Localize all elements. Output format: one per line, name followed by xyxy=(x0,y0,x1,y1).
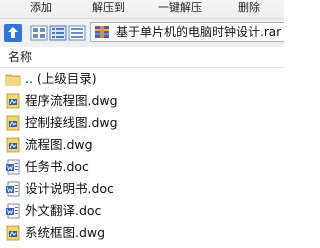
toolbar: 添加 解压到 一键解压 删除 xyxy=(0,0,284,18)
file-name: 控制接线图.dwg xyxy=(25,115,118,130)
file-name: 程序流程图.dwg xyxy=(25,93,118,108)
list-view-icon xyxy=(49,25,67,41)
dwg-file-icon xyxy=(6,225,20,241)
parent-folder-icon xyxy=(5,74,21,86)
extract-to-button[interactable]: 解压到 xyxy=(92,1,125,15)
add-button[interactable]: 添加 xyxy=(30,1,52,15)
list-item-file[interactable]: 流程图.dwg xyxy=(0,134,284,156)
path-bar: 基于单片机的电脑时钟设计.rar xyxy=(0,18,284,48)
file-name: 外文翻译.doc xyxy=(25,203,102,218)
doc-file-icon xyxy=(6,203,20,219)
list-item-file[interactable]: 程序流程图.dwg xyxy=(0,90,284,112)
address-path: 基于单片机的电脑时钟设计.rar xyxy=(116,25,282,39)
up-folder-button[interactable] xyxy=(3,23,23,43)
column-header-name[interactable]: 名称 xyxy=(8,50,32,64)
file-name: 任务书.doc xyxy=(25,159,89,174)
list-view-button[interactable] xyxy=(49,24,67,42)
list-item-file[interactable]: 系统框图.dwg xyxy=(0,222,284,244)
details-view-button[interactable] xyxy=(68,24,86,42)
archive-window: 添加 解压到 一键解压 删除 基于单片机的电脑时钟设计.rar 名称 .. (上… xyxy=(0,0,284,248)
file-name: 系统框图.dwg xyxy=(25,225,106,240)
file-name: 设计说明书.doc xyxy=(25,181,114,196)
delete-button[interactable]: 删除 xyxy=(238,1,260,15)
file-name: 流程图.dwg xyxy=(25,137,93,152)
dwg-file-icon xyxy=(6,93,20,109)
thumbnail-view-icon xyxy=(30,25,48,41)
dwg-file-icon xyxy=(6,115,20,131)
file-list: .. (上级目录) 程序流程图.dwg 控制接线图.dwg 流程图.dwg 任务… xyxy=(0,68,284,248)
list-item-file[interactable]: 外文翻译.doc xyxy=(0,200,284,222)
doc-file-icon xyxy=(6,181,20,197)
list-item-parent-dir[interactable]: .. (上级目录) xyxy=(0,68,284,90)
file-name: .. (上级目录) xyxy=(25,71,97,86)
list-item-file[interactable]: 控制接线图.dwg xyxy=(0,112,284,134)
column-header-row: 名称 xyxy=(0,47,284,68)
doc-file-icon xyxy=(6,159,20,175)
details-view-icon xyxy=(68,25,86,41)
dwg-file-icon xyxy=(6,137,20,153)
thumbnail-view-button[interactable] xyxy=(30,24,48,42)
list-item-file[interactable]: 设计说明书.doc xyxy=(0,178,284,200)
address-field[interactable]: 基于单片机的电脑时钟设计.rar xyxy=(90,22,284,42)
rar-archive-icon xyxy=(95,26,109,38)
list-item-file[interactable]: 任务书.doc xyxy=(0,156,284,178)
one-click-extract-button[interactable]: 一键解压 xyxy=(158,1,202,15)
up-arrow-icon xyxy=(4,24,22,42)
